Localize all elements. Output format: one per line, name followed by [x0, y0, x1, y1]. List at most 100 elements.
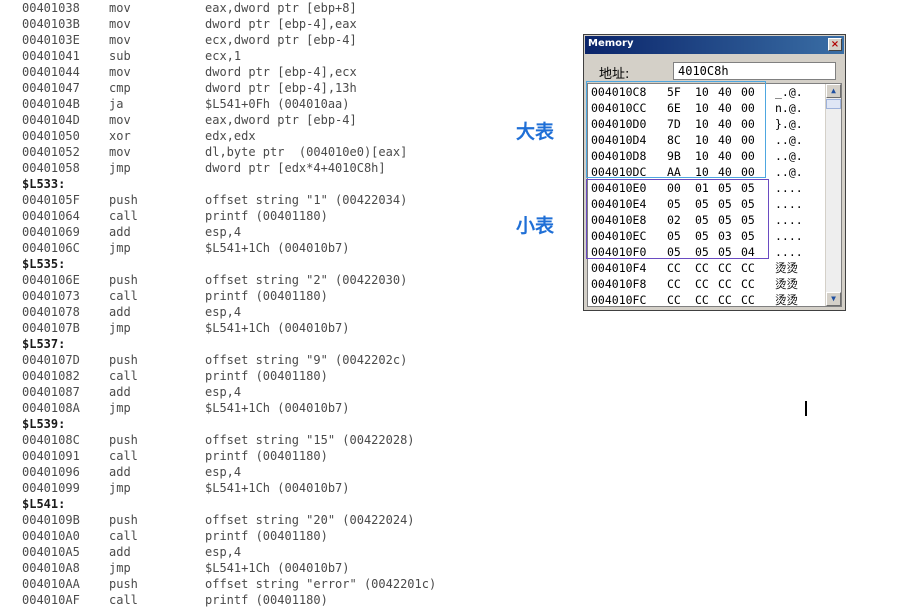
- instruction-operands: esp,4: [205, 225, 242, 239]
- instruction-operands: printf (00401180): [205, 369, 328, 383]
- instruction-mnemonic: add: [109, 545, 131, 559]
- memory-ascii: _.@.: [775, 85, 803, 99]
- memory-byte: CC: [718, 293, 732, 307]
- instruction-mnemonic: call: [109, 593, 138, 607]
- memory-byte: CC: [667, 277, 681, 291]
- instruction-address: 0040104D: [22, 113, 80, 127]
- instruction-operands: offset string "15" (00422028): [205, 433, 415, 447]
- instruction-mnemonic: jmp: [109, 561, 131, 575]
- instruction-mnemonic: push: [109, 513, 138, 527]
- instruction-mnemonic: ja: [109, 97, 124, 111]
- instruction-address: 00401052: [22, 145, 80, 159]
- vertical-scrollbar[interactable]: ▲ ▼: [825, 84, 841, 306]
- memory-ascii: }.@.: [775, 117, 803, 131]
- instruction-row: 00401064 call printf (00401180): [0, 208, 580, 224]
- instruction-row: 00401087 add esp,4: [0, 384, 580, 400]
- label-text: $L533:: [22, 177, 66, 191]
- instruction-mnemonic: jmp: [109, 241, 131, 255]
- instruction-address: 004010A0: [22, 529, 80, 543]
- instruction-operands: esp,4: [205, 465, 242, 479]
- instruction-address: 0040106E: [22, 273, 80, 287]
- instruction-mnemonic: jmp: [109, 161, 131, 175]
- memory-ascii: ..@.: [775, 149, 803, 163]
- instruction-address: 004010A5: [22, 545, 80, 559]
- instruction-row: 00401091 call printf (00401180): [0, 448, 580, 464]
- close-icon[interactable]: ×: [828, 38, 842, 51]
- memory-byte: CC: [741, 261, 755, 275]
- instruction-address: 00401064: [22, 209, 80, 223]
- instruction-row: 0040106C jmp $L541+1Ch (004010b7): [0, 240, 580, 256]
- memory-byte: CC: [695, 277, 709, 291]
- instruction-address: 00401096: [22, 465, 80, 479]
- instruction-mnemonic: jmp: [109, 321, 131, 335]
- instruction-mnemonic: call: [109, 209, 138, 223]
- memory-ascii: 烫烫: [775, 277, 798, 291]
- instruction-row: 00401082 call printf (00401180): [0, 368, 580, 384]
- instruction-operands: dword ptr [ebp-4],ecx: [205, 65, 357, 79]
- memory-ascii: 烫烫: [775, 261, 798, 275]
- instruction-address: 00401078: [22, 305, 80, 319]
- instruction-mnemonic: jmp: [109, 401, 131, 415]
- instruction-operands: $L541+1Ch (004010b7): [205, 561, 350, 575]
- scroll-down-icon[interactable]: ▼: [826, 292, 841, 306]
- instruction-mnemonic: push: [109, 273, 138, 287]
- instruction-mnemonic: add: [109, 305, 131, 319]
- instruction-operands: offset string "20" (00422024): [205, 513, 415, 527]
- instruction-mnemonic: call: [109, 369, 138, 383]
- instruction-mnemonic: mov: [109, 33, 131, 47]
- instruction-operands: $L541+1Ch (004010b7): [205, 401, 350, 415]
- instruction-row: 00401052 mov dl,byte ptr (004010e0)[eax]: [0, 144, 580, 160]
- instruction-operands: eax,dword ptr [ebp+8]: [205, 1, 357, 15]
- instruction-operands: dl,byte ptr (004010e0)[eax]: [205, 145, 408, 159]
- memory-title: Memory: [588, 38, 634, 49]
- instruction-operands: $L541+1Ch (004010b7): [205, 481, 350, 495]
- scroll-thumb[interactable]: [826, 99, 841, 109]
- memory-ascii: ....: [775, 229, 803, 243]
- memory-titlebar[interactable]: Memory ×: [585, 36, 844, 54]
- code-label: $L537:: [0, 336, 580, 352]
- instruction-mnemonic: mov: [109, 65, 131, 79]
- instruction-mnemonic: call: [109, 289, 138, 303]
- instruction-row: 0040109B push offset string "20" (00422024…: [0, 512, 580, 528]
- text-caret: [805, 401, 807, 416]
- code-label: $L539:: [0, 416, 580, 432]
- memory-ascii: ..@.: [775, 133, 803, 147]
- memory-ascii: ....: [775, 181, 803, 195]
- instruction-operands: offset string "2" (00422030): [205, 273, 408, 287]
- instruction-mnemonic: mov: [109, 17, 131, 31]
- instruction-row: 00401041 sub ecx,1: [0, 48, 580, 64]
- scroll-up-icon[interactable]: ▲: [826, 84, 841, 98]
- instruction-address: 0040109B: [22, 513, 80, 527]
- memory-ascii: n.@.: [775, 101, 803, 115]
- instruction-mnemonic: call: [109, 529, 138, 543]
- instruction-mnemonic: xor: [109, 129, 131, 143]
- instruction-address: 00401038: [22, 1, 80, 15]
- memory-byte: CC: [741, 293, 755, 307]
- instruction-row: 00401073 call printf (00401180): [0, 288, 580, 304]
- memory-address: 004010F8: [591, 277, 647, 291]
- instruction-mnemonic: add: [109, 385, 131, 399]
- address-input[interactable]: 4010C8h: [673, 62, 836, 80]
- instruction-address: 004010AA: [22, 577, 80, 591]
- instruction-address: 00401044: [22, 65, 80, 79]
- code-label: $L533:: [0, 176, 580, 192]
- label-text: $L537:: [22, 337, 66, 351]
- memory-byte: CC: [667, 293, 681, 307]
- instruction-row: 0040103B mov dword ptr [ebp-4],eax: [0, 16, 580, 32]
- instruction-operands: dword ptr [ebp-4],13h: [205, 81, 357, 95]
- instruction-address: 004010A8: [22, 561, 80, 575]
- instruction-row: 004010A0 call printf (00401180): [0, 528, 580, 544]
- instruction-operands: offset string "9" (0042202c): [205, 353, 408, 367]
- memory-address: 004010FC: [591, 293, 647, 307]
- instruction-row: 0040104D mov eax,dword ptr [ebp-4]: [0, 112, 580, 128]
- memory-address: 004010F4: [591, 261, 647, 275]
- instruction-operands: dword ptr [edx*4+4010C8h]: [205, 161, 386, 175]
- instruction-operands: ecx,dword ptr [ebp-4]: [205, 33, 357, 47]
- instruction-address: 00401047: [22, 81, 80, 95]
- memory-byte: CC: [741, 277, 755, 291]
- memory-ascii: ..@.: [775, 165, 803, 179]
- memory-ascii: ....: [775, 245, 803, 259]
- instruction-operands: $L541+1Ch (004010b7): [205, 241, 350, 255]
- instruction-row: 0040107D push offset string "9" (0042202c): [0, 352, 580, 368]
- instruction-operands: printf (00401180): [205, 449, 328, 463]
